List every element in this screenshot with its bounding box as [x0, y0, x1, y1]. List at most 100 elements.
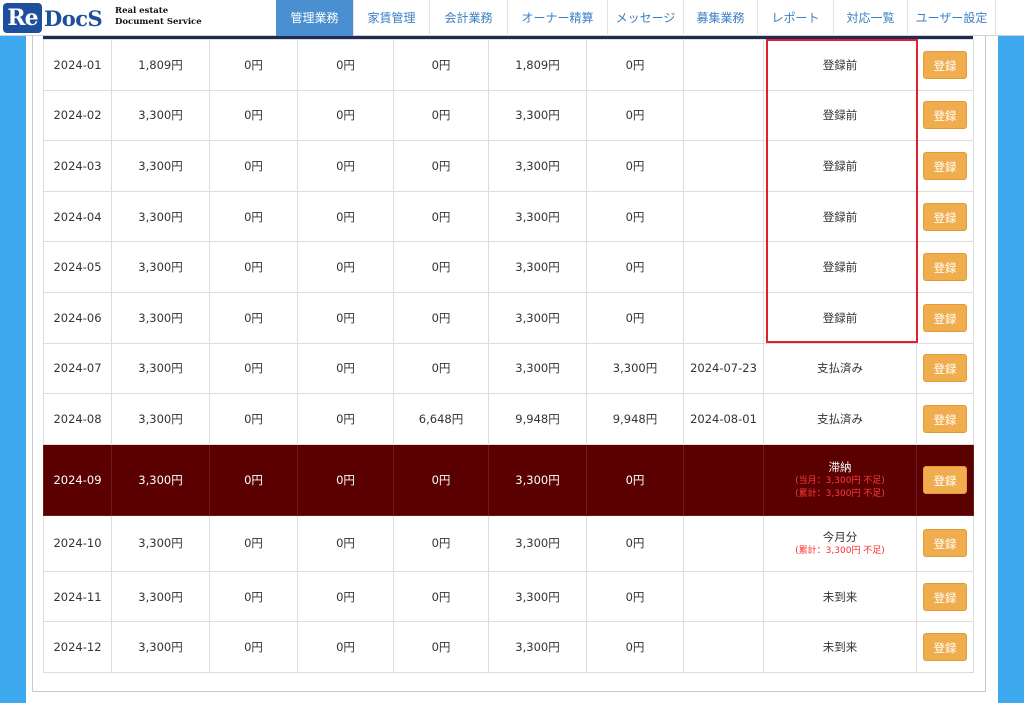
nav-item-4[interactable]: オーナー精算 [508, 0, 608, 36]
month-cell: 2024-03 [43, 140, 112, 192]
amount-cell: 0円 [393, 621, 489, 673]
nav-item-5[interactable]: メッセージ [608, 0, 684, 36]
amount-cell: 0円 [393, 39, 489, 91]
register-button[interactable]: 登録 [923, 303, 967, 332]
logo-subtitle-line1: Real estate [115, 6, 169, 16]
logo-subtitle-line2: Document Service [115, 17, 202, 27]
amount-cell: 0円 [297, 342, 394, 395]
amount-cell: 3,300円 [111, 89, 210, 142]
status-label: 支払済み [817, 361, 863, 376]
nav-item-9[interactable]: ユーザー設定 [908, 0, 996, 36]
register-button[interactable]: 登録 [923, 582, 967, 611]
amount-cell: 0円 [297, 514, 394, 572]
paid-date-cell [683, 443, 764, 516]
app-header: Re DocS Real estate Document Service 管理業… [0, 0, 1024, 36]
register-button[interactable]: 登録 [923, 101, 967, 130]
nav-item-3[interactable]: 会計業務 [430, 0, 508, 36]
amount-cell: 0円 [209, 39, 298, 91]
table-row: 2024-12 3,300円 0円 0円 0円 3,300円 0円 未到来 登録 [43, 621, 974, 673]
amount-cell: 6,648円 [393, 393, 489, 445]
paid-date-cell [683, 89, 764, 142]
amount-cell: 0円 [297, 621, 394, 673]
register-button[interactable]: 登録 [923, 50, 967, 79]
table-row: 2024-10 3,300円 0円 0円 0円 3,300円 0円 今月分 (累計：3,300円… [43, 514, 974, 572]
status-label: 支払済み [817, 411, 863, 426]
amount-cell: 0円 [297, 241, 394, 293]
amount-cell: 0円 [393, 89, 489, 142]
nav-item-8[interactable]: 対応一覧 [834, 0, 908, 36]
nav-item-6[interactable]: 募集業務 [684, 0, 758, 36]
amount-cell: 0円 [209, 393, 298, 445]
status-cell: 支払済み [763, 342, 917, 395]
paid-cell: 0円 [586, 621, 684, 673]
amount-cell: 0円 [209, 570, 298, 623]
shortfall-note: (累計：3,300円 不足) [795, 545, 885, 556]
logo-re-mark: Re [3, 3, 42, 33]
action-cell: 登録 [916, 190, 974, 243]
table-row: 2024-07 3,300円 0円 0円 0円 3,300円 3,300円 2024-07-2… [43, 342, 974, 395]
register-button[interactable]: 登録 [923, 465, 967, 494]
amount-cell: 0円 [297, 140, 394, 192]
amount-cell: 3,300円 [111, 291, 210, 344]
redocs-logo[interactable]: Re DocS Real estate Document Service [0, 0, 202, 36]
status-label: 登録前 [822, 209, 858, 224]
amount-cell: 1,809円 [111, 39, 210, 91]
paid-date-cell [683, 621, 764, 673]
content-frame: 2024-01 1,809円 0円 0円 0円 1,809円 0円 登録前 登録 2024-02 3… [32, 36, 986, 692]
amount-cell: 3,300円 [111, 342, 210, 395]
payment-table: 2024-01 1,809円 0円 0円 0円 1,809円 0円 登録前 登録 2024-02 3… [43, 39, 974, 673]
register-button[interactable]: 登録 [923, 404, 967, 433]
month-cell: 2024-01 [43, 39, 112, 91]
status-label: 登録前 [822, 310, 858, 325]
amount-cell: 0円 [297, 570, 394, 623]
paid-cell: 0円 [586, 190, 684, 243]
paid-date-cell [683, 140, 764, 192]
amount-cell: 0円 [393, 140, 489, 192]
paid-cell: 0円 [586, 241, 684, 293]
total-cell: 3,300円 [488, 241, 587, 293]
amount-cell: 0円 [209, 291, 298, 344]
amount-cell: 0円 [393, 241, 489, 293]
nav-item-2[interactable]: 家賃管理 [354, 0, 430, 36]
amount-cell: 0円 [393, 514, 489, 572]
table-row: 2024-11 3,300円 0円 0円 0円 3,300円 0円 未到来 登録 [43, 570, 974, 623]
amount-cell: 0円 [297, 190, 394, 243]
amount-cell: 0円 [297, 443, 394, 516]
paid-cell: 3,300円 [586, 342, 684, 395]
month-cell: 2024-10 [43, 514, 112, 572]
register-button[interactable]: 登録 [923, 354, 967, 383]
table-row: 2024-02 3,300円 0円 0円 0円 3,300円 0円 登録前 登録 [43, 89, 974, 142]
amount-cell: 0円 [209, 621, 298, 673]
paid-cell: 0円 [586, 39, 684, 91]
paid-cell: 0円 [586, 514, 684, 572]
nav-item-7[interactable]: レポート [758, 0, 834, 36]
amount-cell: 0円 [393, 190, 489, 243]
month-cell: 2024-09 [43, 443, 112, 516]
table-row: 2024-03 3,300円 0円 0円 0円 3,300円 0円 登録前 登録 [43, 140, 974, 192]
status-label: 未到来 [822, 640, 858, 655]
table-row: 2024-04 3,300円 0円 0円 0円 3,300円 0円 登録前 登録 [43, 190, 974, 243]
register-button[interactable]: 登録 [923, 633, 967, 662]
paid-cell: 0円 [586, 443, 684, 516]
amount-cell: 0円 [209, 190, 298, 243]
month-cell: 2024-02 [43, 89, 112, 142]
amount-cell: 3,300円 [111, 241, 210, 293]
amount-cell: 0円 [393, 443, 489, 516]
shortfall-note: (累計：3,300円 不足) [795, 488, 885, 499]
table-row: 2024-06 3,300円 0円 0円 0円 3,300円 0円 登録前 登録 [43, 291, 974, 344]
amount-cell: 0円 [209, 241, 298, 293]
status-cell: 今月分 (累計：3,300円 不足) [763, 514, 917, 572]
logo-subtitle: Real estate Document Service [115, 6, 205, 28]
total-cell: 3,300円 [488, 621, 587, 673]
month-cell: 2024-04 [43, 190, 112, 243]
month-cell: 2024-06 [43, 291, 112, 344]
paid-date-cell [683, 190, 764, 243]
register-button[interactable]: 登録 [923, 151, 967, 180]
paid-date-cell [683, 570, 764, 623]
register-button[interactable]: 登録 [923, 529, 967, 558]
nav-item-1[interactable]: 管理業務 [276, 0, 354, 36]
status-label: 未到来 [822, 589, 858, 604]
register-button[interactable]: 登録 [923, 202, 967, 231]
amount-cell: 3,300円 [111, 393, 210, 445]
register-button[interactable]: 登録 [923, 253, 967, 282]
